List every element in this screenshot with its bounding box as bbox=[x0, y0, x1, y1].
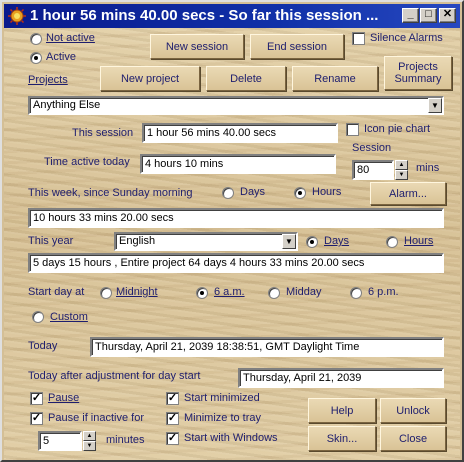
year-hours-label: Hours bbox=[404, 235, 434, 247]
year-days-radio[interactable] bbox=[306, 236, 318, 248]
chevron-up-icon[interactable]: ▲ bbox=[83, 431, 96, 441]
close-window-button[interactable]: ✕ bbox=[439, 8, 456, 23]
this-year-field: 5 days 15 hours , Entire project 64 days… bbox=[28, 253, 444, 273]
chevron-down-icon[interactable]: ▼ bbox=[428, 98, 442, 113]
projects-label: Projects bbox=[28, 74, 68, 86]
chevron-down-icon[interactable]: ▼ bbox=[395, 170, 408, 180]
rename-button[interactable]: Rename bbox=[292, 66, 378, 91]
week-hours-radio[interactable] bbox=[294, 187, 306, 199]
pause-if-inactive-label: Pause if inactive for bbox=[48, 412, 144, 424]
start-day-label: Start day at bbox=[28, 286, 85, 298]
start-midday-label: Midday bbox=[286, 286, 322, 298]
time-active-today-field: 4 hours 10 mins bbox=[140, 154, 336, 174]
start-minimized-label: Start minimized bbox=[184, 392, 260, 404]
end-session-button[interactable]: End session bbox=[250, 34, 344, 59]
inactive-minutes-input[interactable]: 5 bbox=[38, 431, 82, 451]
today-field: Thursday, April 21, 2039 18:38:51, GMT D… bbox=[90, 337, 444, 357]
skin-button[interactable]: Skin... bbox=[308, 426, 376, 451]
sun-clock-icon bbox=[8, 7, 26, 25]
start-minimized-checkbox[interactable]: ✓ bbox=[166, 392, 179, 405]
close-icon: ✕ bbox=[442, 8, 453, 20]
pause-checkbox[interactable]: ✓ bbox=[30, 392, 43, 405]
close-button[interactable]: Close bbox=[380, 426, 446, 451]
this-week-value: 10 hours 33 mins 20.00 secs bbox=[33, 212, 174, 224]
start-midnight-label: Midnight bbox=[116, 286, 158, 298]
week-hours-label: Hours bbox=[312, 186, 342, 198]
delete-button[interactable]: Delete bbox=[206, 66, 286, 91]
minimize-button[interactable]: _ bbox=[402, 8, 419, 23]
today-value: Thursday, April 21, 2039 18:38:51, GMT D… bbox=[95, 341, 360, 353]
today-label: Today bbox=[28, 340, 58, 352]
active-radio[interactable] bbox=[30, 52, 42, 64]
start-6am-radio[interactable] bbox=[196, 287, 208, 299]
inactive-minutes-value: 5 bbox=[43, 435, 50, 447]
start-6pm-radio[interactable] bbox=[350, 287, 362, 299]
minimize-icon: _ bbox=[407, 8, 414, 20]
icon-pie-chart-checkbox[interactable] bbox=[346, 123, 359, 136]
week-days-radio[interactable] bbox=[222, 187, 234, 199]
new-session-button[interactable]: New session bbox=[150, 34, 244, 59]
session-length-unit: mins bbox=[416, 162, 440, 174]
minimize-to-tray-label: Minimize to tray bbox=[184, 412, 262, 424]
time-active-today-label: Time active today bbox=[44, 156, 130, 168]
inactive-minutes-stepper[interactable]: ▲ ▼ bbox=[83, 431, 96, 451]
maximize-button[interactable]: □ bbox=[420, 8, 437, 23]
projects-summary-label-1: Projects bbox=[398, 61, 438, 73]
chevron-down-icon[interactable]: ▼ bbox=[282, 234, 296, 249]
alarm-button[interactable]: Alarm... bbox=[370, 182, 446, 205]
not-active-radio[interactable] bbox=[30, 33, 42, 45]
project-select-value: Anything Else bbox=[33, 99, 101, 111]
pause-if-inactive-checkbox[interactable]: ✓ bbox=[30, 412, 43, 425]
this-year-value: 5 days 15 hours , Entire project 64 days… bbox=[33, 257, 365, 269]
projects-summary-button[interactable]: Projects Summary bbox=[384, 56, 452, 90]
session-length-label: Session bbox=[352, 142, 392, 154]
icon-pie-chart-label: Icon pie chart bbox=[364, 123, 431, 135]
silence-alarms-checkbox[interactable] bbox=[352, 32, 365, 45]
session-length-stepper[interactable]: ▲ ▼ bbox=[395, 160, 408, 180]
week-days-label: Days bbox=[240, 186, 266, 198]
start-with-windows-label: Start with Windows bbox=[184, 432, 278, 444]
minutes-label: minutes bbox=[106, 434, 145, 446]
unlock-button[interactable]: Unlock bbox=[380, 398, 446, 423]
app-window: 1 hour 56 mins 40.00 secs - So far this … bbox=[0, 0, 464, 462]
session-length-value: 80 bbox=[357, 164, 370, 176]
start-with-windows-checkbox[interactable]: ✓ bbox=[166, 432, 179, 445]
maximize-icon: □ bbox=[425, 8, 432, 20]
start-custom-radio[interactable] bbox=[32, 311, 44, 323]
this-session-field: 1 hour 56 mins 40.00 secs bbox=[142, 123, 338, 143]
start-custom-label: Custom bbox=[50, 311, 88, 323]
start-6am-label: 6 a.m. bbox=[214, 286, 245, 298]
pause-label: Pause bbox=[48, 392, 80, 404]
this-week-label: This week, since Sunday morning bbox=[28, 187, 193, 199]
chevron-up-icon[interactable]: ▲ bbox=[395, 160, 408, 170]
this-year-label: This year bbox=[28, 235, 74, 247]
this-session-label: This session bbox=[72, 127, 134, 139]
not-active-label: Not active bbox=[46, 32, 95, 44]
main-panel: Not active Active New session End sessio… bbox=[4, 28, 460, 460]
this-week-field: 10 hours 33 mins 20.00 secs bbox=[28, 208, 444, 228]
language-select[interactable]: English ▼ bbox=[114, 232, 298, 251]
help-button[interactable]: Help bbox=[308, 398, 376, 423]
minimize-to-tray-checkbox[interactable]: ✓ bbox=[166, 412, 179, 425]
today-adjusted-label: Today after adjustment for day start bbox=[28, 370, 201, 382]
project-select[interactable]: Anything Else ▼ bbox=[28, 96, 444, 115]
time-active-today-value: 4 hours 10 mins bbox=[145, 158, 224, 170]
start-midnight-radio[interactable] bbox=[100, 287, 112, 299]
title-bar[interactable]: 1 hour 56 mins 40.00 secs - So far this … bbox=[4, 4, 460, 28]
today-adjusted-value: Thursday, April 21, 2039 bbox=[243, 372, 362, 384]
silence-alarms-label: Silence Alarms bbox=[370, 32, 443, 44]
this-session-value: 1 hour 56 mins 40.00 secs bbox=[147, 127, 277, 139]
today-adjusted-field: Thursday, April 21, 2039 bbox=[238, 368, 444, 388]
start-6pm-label: 6 p.m. bbox=[368, 286, 399, 298]
window-title: 1 hour 56 mins 40.00 secs - So far this … bbox=[30, 7, 379, 24]
year-hours-radio[interactable] bbox=[386, 236, 398, 248]
language-select-value: English bbox=[119, 235, 156, 247]
new-project-button[interactable]: New project bbox=[100, 66, 200, 91]
projects-summary-label-2: Summary bbox=[394, 73, 442, 85]
active-label: Active bbox=[46, 51, 76, 63]
chevron-down-icon[interactable]: ▼ bbox=[83, 441, 96, 451]
start-midday-radio[interactable] bbox=[268, 287, 280, 299]
year-days-label: Days bbox=[324, 235, 350, 247]
session-length-input[interactable]: 80 bbox=[352, 160, 394, 180]
